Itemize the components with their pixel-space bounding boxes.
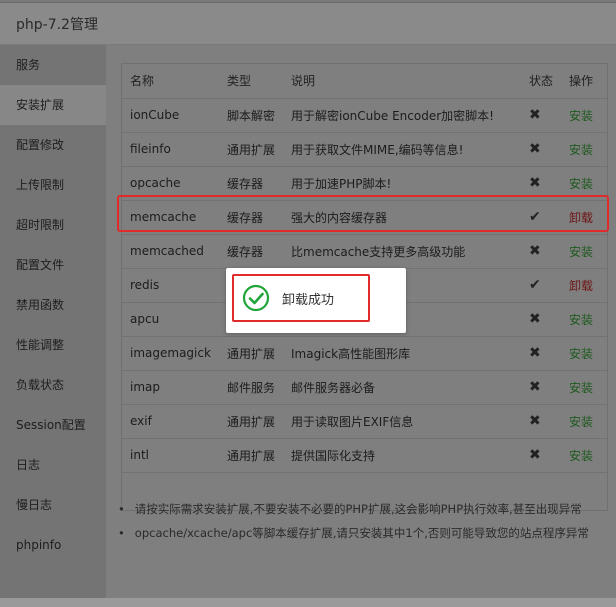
extension-name: imap bbox=[122, 370, 219, 405]
extension-type: 通用扩展 bbox=[219, 404, 283, 439]
table-row: exif 通用扩展 用于读取图片EXIF信息 ✖ 安装 bbox=[122, 404, 607, 439]
extension-description: 用于读取图片EXIF信息 bbox=[283, 404, 521, 439]
column-header-status: 状态 bbox=[521, 64, 561, 99]
column-header-description: 说明 bbox=[283, 64, 521, 99]
memcache-row-highlight bbox=[117, 195, 609, 232]
table-row: fileinfo 通用扩展 用于获取文件MIME,编码等信息! ✖ 安装 bbox=[122, 132, 607, 167]
install-link[interactable]: 安装 bbox=[561, 234, 607, 269]
table-row: intl 通用扩展 提供国际化支持 ✖ 安装 bbox=[122, 438, 607, 473]
extension-status-icon: ✖ bbox=[521, 132, 561, 167]
sidebar-item[interactable]: 慢日志 bbox=[0, 485, 106, 525]
sidebar-item[interactable]: 超时限制 bbox=[0, 205, 106, 245]
sidebar-item[interactable]: 日志 bbox=[0, 445, 106, 485]
sidebar-item[interactable]: 配置修改 bbox=[0, 125, 106, 165]
table-row: ionCube 脚本解密 用于解密ionCube Encoder加密脚本! ✖ 安装 bbox=[122, 98, 607, 133]
extension-status-icon: ✖ bbox=[521, 404, 561, 439]
column-header-name: 名称 bbox=[122, 64, 219, 99]
sidebar: 服务 安装扩展 配置修改 上传限制 超时限制 配置文件 禁用函数 性能调整 负载状态 Sessio… bbox=[0, 45, 106, 601]
install-link[interactable]: 安装 bbox=[561, 336, 607, 371]
toast-message: 卸载成功 bbox=[282, 292, 335, 308]
extension-status-icon: ✖ bbox=[521, 438, 561, 473]
toast-popup: 卸载成功 bbox=[226, 268, 406, 333]
extension-status-icon: ✔ bbox=[521, 268, 561, 303]
extension-status-icon: ✖ bbox=[521, 234, 561, 269]
sidebar-item[interactable]: Session配置 bbox=[0, 405, 106, 445]
extension-name: ionCube bbox=[122, 98, 219, 133]
check-circle-icon bbox=[242, 284, 270, 312]
extension-description: 邮件服务器必备 bbox=[283, 370, 521, 405]
install-link[interactable]: 安装 bbox=[561, 302, 607, 337]
sidebar-item[interactable]: 负载状态 bbox=[0, 365, 106, 405]
table-row: imagemagick 通用扩展 Imagick高性能图形库 ✖ 安装 bbox=[122, 336, 607, 371]
install-link[interactable]: 安装 bbox=[561, 404, 607, 439]
table-row: memcached 缓存器 比memcache支持更多高级功能 ✖ 安装 bbox=[122, 234, 607, 269]
extension-type: 通用扩展 bbox=[219, 336, 283, 371]
sidebar-item[interactable]: 安装扩展 bbox=[0, 85, 106, 125]
column-header-operation: 操作 bbox=[561, 64, 607, 99]
sidebar-item[interactable]: 禁用函数 bbox=[0, 285, 106, 325]
sidebar-item[interactable]: 上传限制 bbox=[0, 165, 106, 205]
extension-name: redis bbox=[122, 268, 219, 303]
note-item: 请按实际需求安装扩展,不要安装不必要的PHP扩展,这会影响PHP执行效率,甚至出… bbox=[118, 497, 616, 521]
uninstall-link[interactable]: 卸载 bbox=[561, 268, 607, 303]
extension-name: exif bbox=[122, 404, 219, 439]
table-header-row: 名称 类型 说明 状态 操作 bbox=[122, 64, 607, 99]
extension-description: 用于获取文件MIME,编码等信息! bbox=[283, 132, 521, 167]
extension-description: 提供国际化支持 bbox=[283, 438, 521, 473]
sidebar-item[interactable]: 配置文件 bbox=[0, 245, 106, 285]
note-item: opcache/xcache/apc等脚本缓存扩展,请只安装其中1个,否则可能导… bbox=[118, 521, 616, 545]
extension-status-icon: ✖ bbox=[521, 302, 561, 337]
extension-description: 用于解密ionCube Encoder加密脚本! bbox=[283, 98, 521, 133]
extension-type: 通用扩展 bbox=[219, 132, 283, 167]
toast-highlight-box: 卸载成功 bbox=[232, 274, 370, 322]
extension-description: Imagick高性能图形库 bbox=[283, 336, 521, 371]
extension-type: 通用扩展 bbox=[219, 438, 283, 473]
bottom-strip bbox=[0, 598, 616, 607]
sidebar-item[interactable]: 性能调整 bbox=[0, 325, 106, 365]
install-link[interactable]: 安装 bbox=[561, 438, 607, 473]
sidebar-item[interactable]: phpinfo bbox=[0, 525, 106, 565]
table-row: imap 邮件服务 邮件服务器必备 ✖ 安装 bbox=[122, 370, 607, 405]
extension-type: 邮件服务 bbox=[219, 370, 283, 405]
extension-status-icon: ✖ bbox=[521, 370, 561, 405]
extension-name: fileinfo bbox=[122, 132, 219, 167]
install-link[interactable]: 安装 bbox=[561, 132, 607, 167]
extension-type: 缓存器 bbox=[219, 234, 283, 269]
extension-name: imagemagick bbox=[122, 336, 219, 371]
extension-description: 比memcache支持更多高级功能 bbox=[283, 234, 521, 269]
extension-status-icon: ✖ bbox=[521, 98, 561, 133]
window-title: php-7.2管理 bbox=[0, 3, 616, 45]
extension-name: intl bbox=[122, 438, 219, 473]
sidebar-item[interactable]: 服务 bbox=[0, 45, 106, 85]
extension-name: apcu bbox=[122, 302, 219, 337]
install-link[interactable]: 安装 bbox=[561, 98, 607, 133]
install-link[interactable]: 安装 bbox=[561, 370, 607, 405]
extension-name: memcached bbox=[122, 234, 219, 269]
notes-list: 请按实际需求安装扩展,不要安装不必要的PHP扩展,这会影响PHP执行效率,甚至出… bbox=[118, 497, 616, 545]
extension-status-icon: ✖ bbox=[521, 336, 561, 371]
extension-type: 脚本解密 bbox=[219, 98, 283, 133]
column-header-type: 类型 bbox=[219, 64, 283, 99]
